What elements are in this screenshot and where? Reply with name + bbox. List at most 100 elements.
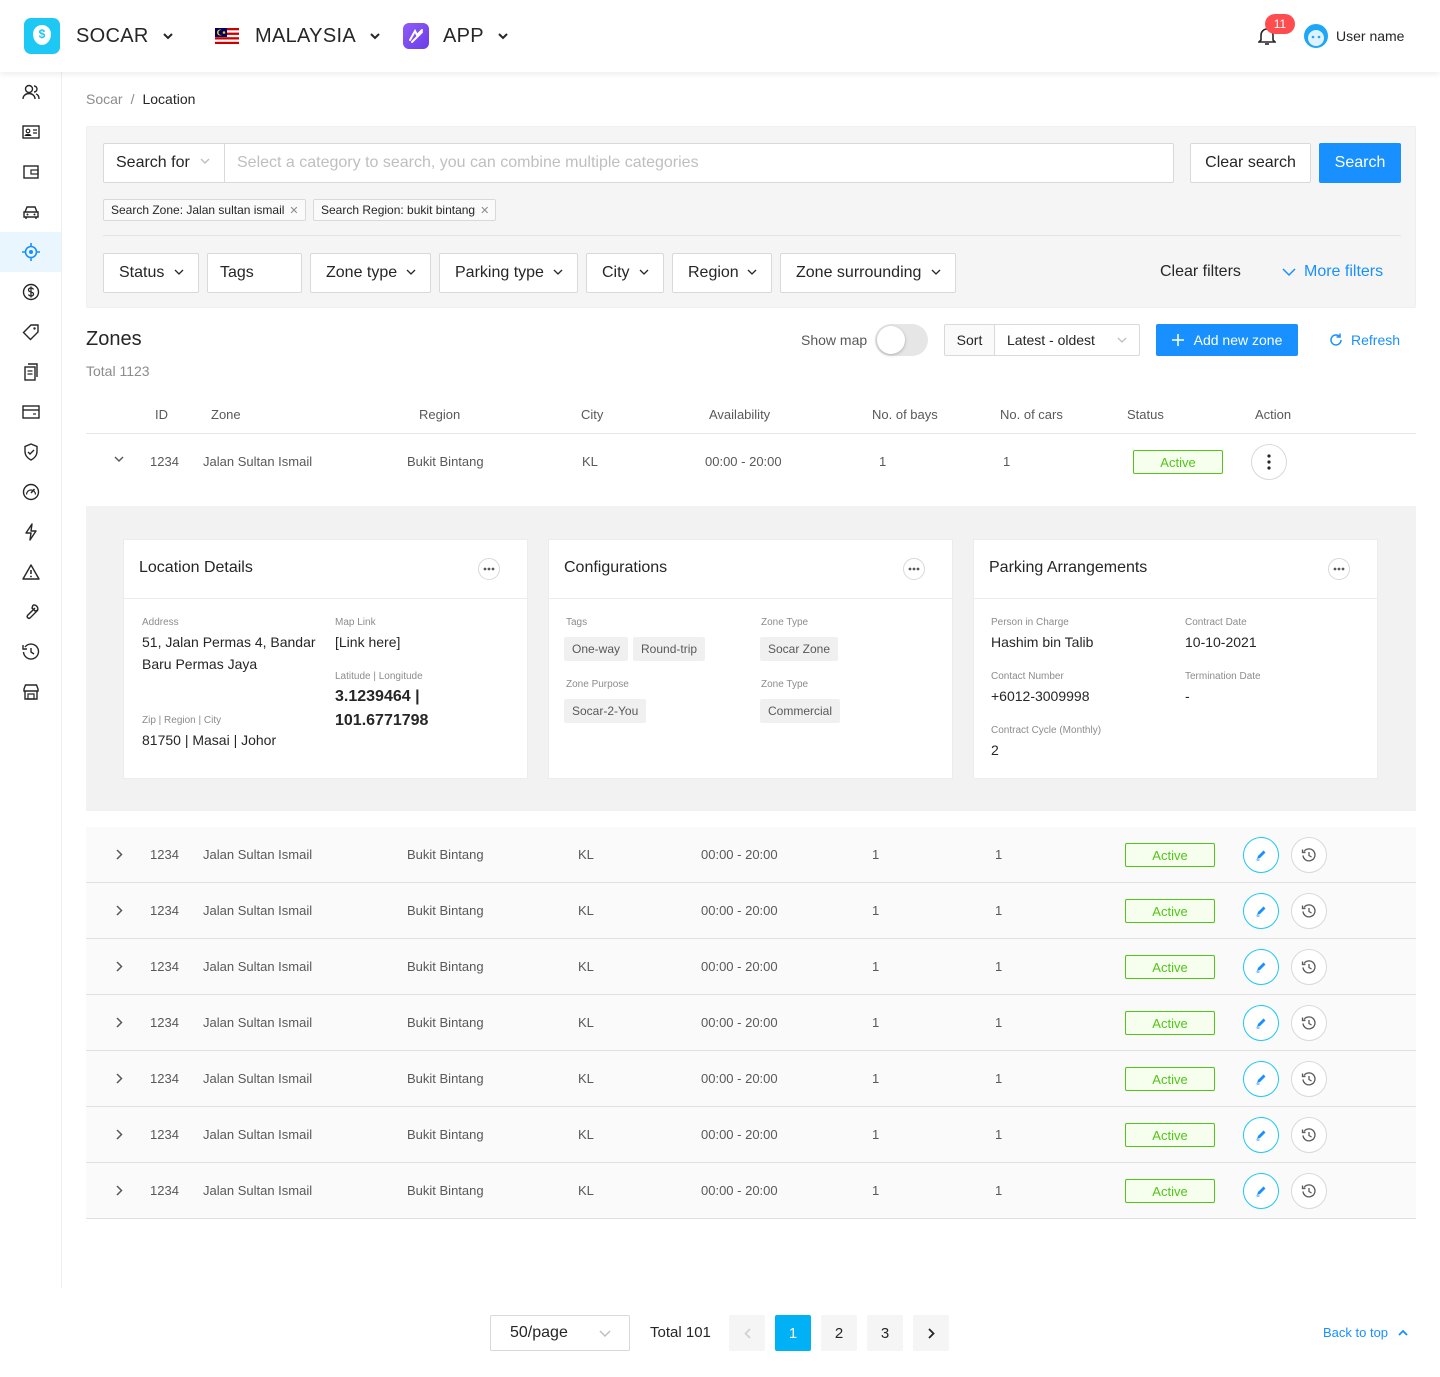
id-card-icon[interactable] bbox=[0, 112, 61, 152]
edit-button[interactable] bbox=[1243, 893, 1279, 929]
history-button[interactable] bbox=[1291, 1173, 1327, 1209]
ellipsis-icon[interactable] bbox=[478, 558, 500, 580]
page-size-select[interactable]: 50/page bbox=[490, 1315, 630, 1351]
search-chip[interactable]: Search Zone: Jalan sultan ismail ✕ bbox=[103, 199, 306, 221]
chevron-right-icon[interactable] bbox=[116, 961, 123, 972]
prev-page-button[interactable] bbox=[729, 1315, 765, 1351]
more-actions-button[interactable] bbox=[1251, 444, 1287, 480]
chevron-right-icon[interactable] bbox=[116, 1017, 123, 1028]
cell-city: KL bbox=[578, 1127, 594, 1142]
table-row[interactable]: 1234 Jalan Sultan Ismail Bukit Bintang K… bbox=[86, 434, 1416, 490]
history-button[interactable] bbox=[1291, 1117, 1327, 1153]
table-row[interactable]: 1234 Jalan Sultan Ismail Bukit Bintang K… bbox=[86, 1107, 1416, 1163]
history-button[interactable] bbox=[1291, 1005, 1327, 1041]
clear-search-button[interactable]: Clear search bbox=[1190, 143, 1311, 183]
map-link[interactable]: [Link here] bbox=[335, 631, 400, 653]
page-button-3[interactable]: 3 bbox=[867, 1315, 903, 1351]
page-button-1[interactable]: 1 bbox=[775, 1315, 811, 1351]
lightning-icon[interactable] bbox=[0, 512, 61, 552]
table-row[interactable]: 1234 Jalan Sultan Ismail Bukit Bintang K… bbox=[86, 1163, 1416, 1219]
page-button-2[interactable]: 2 bbox=[821, 1315, 857, 1351]
tag-icon[interactable] bbox=[0, 312, 61, 352]
chevron-right-icon[interactable] bbox=[116, 1185, 123, 1196]
table-row[interactable]: 1234 Jalan Sultan Ismail Bukit Bintang K… bbox=[86, 995, 1416, 1051]
chevron-right-icon[interactable] bbox=[116, 849, 123, 860]
edit-button[interactable] bbox=[1243, 1005, 1279, 1041]
chevron-down-icon[interactable] bbox=[114, 456, 124, 463]
speedometer-icon[interactable] bbox=[0, 472, 61, 512]
avatar[interactable] bbox=[1304, 24, 1328, 48]
filter-parking-type[interactable]: Parking type bbox=[439, 253, 578, 293]
chevron-right-icon[interactable] bbox=[116, 1073, 123, 1084]
next-page-button[interactable] bbox=[913, 1315, 949, 1351]
history-button[interactable] bbox=[1291, 949, 1327, 985]
wrench-icon[interactable] bbox=[0, 592, 61, 632]
history-button[interactable] bbox=[1291, 837, 1327, 873]
card-title: Configurations bbox=[564, 559, 668, 576]
edit-button[interactable] bbox=[1243, 949, 1279, 985]
dollar-icon[interactable] bbox=[0, 272, 61, 312]
edit-button[interactable] bbox=[1243, 1117, 1279, 1153]
store-icon[interactable] bbox=[0, 672, 61, 712]
filter-region[interactable]: Region bbox=[672, 253, 772, 293]
search-button[interactable]: Search bbox=[1319, 143, 1401, 183]
chevron-right-icon[interactable] bbox=[116, 1129, 123, 1140]
ellipsis-icon[interactable] bbox=[903, 558, 925, 580]
breadcrumb-root[interactable]: Socar bbox=[86, 91, 123, 107]
user-name[interactable]: User name bbox=[1336, 28, 1404, 44]
search-for-select[interactable]: Search for bbox=[103, 143, 225, 183]
users-icon[interactable] bbox=[0, 72, 61, 112]
add-new-zone-button[interactable]: Add new zone bbox=[1156, 324, 1298, 356]
edit-button[interactable] bbox=[1243, 1061, 1279, 1097]
refresh-button[interactable]: Refresh bbox=[1329, 332, 1400, 348]
search-chip[interactable]: Search Region: bukit bintang ✕ bbox=[313, 199, 497, 221]
card-icon[interactable] bbox=[0, 392, 61, 432]
ellipsis-icon[interactable] bbox=[1328, 558, 1350, 580]
wallet-icon[interactable] bbox=[0, 152, 61, 192]
sort-select[interactable]: Latest - oldest bbox=[994, 324, 1140, 356]
zones-total: Total 1123 bbox=[86, 363, 150, 379]
pencil-icon bbox=[1256, 1018, 1266, 1029]
socar-logo-icon[interactable]: $ bbox=[24, 18, 60, 54]
brand-selector[interactable]: SOCAR bbox=[76, 22, 173, 50]
history-button[interactable] bbox=[1291, 893, 1327, 929]
cell-id: 1234 bbox=[150, 847, 179, 862]
filter-status[interactable]: Status bbox=[103, 253, 199, 293]
search-input[interactable] bbox=[224, 143, 1174, 183]
filter-city[interactable]: City bbox=[586, 253, 664, 293]
clock-icon[interactable] bbox=[0, 632, 61, 672]
cell-region: Bukit Bintang bbox=[407, 903, 484, 918]
clear-filters-button[interactable]: Clear filters bbox=[1160, 263, 1241, 281]
car-icon[interactable] bbox=[0, 192, 61, 232]
country-selector[interactable]: MALAYSIA bbox=[215, 22, 380, 50]
cell-zone: Jalan Sultan Ismail bbox=[203, 903, 313, 918]
table-row[interactable]: 1234 Jalan Sultan Ismail Bukit Bintang K… bbox=[86, 883, 1416, 939]
filter-zone-surrounding[interactable]: Zone surrounding bbox=[780, 253, 956, 293]
table-row[interactable]: 1234 Jalan Sultan Ismail Bukit Bintang K… bbox=[86, 1051, 1416, 1107]
status-badge: Active bbox=[1125, 1123, 1215, 1147]
pagination-total: Total 101 bbox=[650, 1324, 711, 1341]
history-button[interactable] bbox=[1291, 1061, 1327, 1097]
table-row[interactable]: 1234 Jalan Sultan Ismail Bukit Bintang K… bbox=[86, 939, 1416, 995]
edit-button[interactable] bbox=[1243, 1173, 1279, 1209]
edit-button[interactable] bbox=[1243, 837, 1279, 873]
app-selector[interactable]: APP bbox=[403, 22, 508, 50]
shield-icon[interactable] bbox=[0, 432, 61, 472]
show-map-toggle[interactable] bbox=[875, 324, 928, 356]
cell-availability: 00:00 - 20:00 bbox=[705, 454, 782, 469]
chevron-right-icon[interactable] bbox=[116, 905, 123, 916]
close-icon[interactable]: ✕ bbox=[480, 204, 489, 217]
app-icon bbox=[403, 23, 429, 49]
documents-icon[interactable] bbox=[0, 352, 61, 392]
filter-tags[interactable]: Tags bbox=[207, 253, 302, 293]
warning-icon[interactable] bbox=[0, 552, 61, 592]
more-filters-button[interactable]: More filters bbox=[1282, 263, 1383, 281]
cell-bays: 1 bbox=[872, 1071, 880, 1086]
person-in-charge-value: Hashim bin Talib bbox=[991, 634, 1094, 650]
location-target-icon[interactable] bbox=[0, 232, 61, 272]
table-row[interactable]: 1234 Jalan Sultan Ismail Bukit Bintang K… bbox=[86, 827, 1416, 883]
filter-zone-type[interactable]: Zone type bbox=[310, 253, 431, 293]
close-icon[interactable]: ✕ bbox=[289, 204, 298, 217]
history-icon bbox=[1301, 1184, 1316, 1198]
back-to-top-link[interactable]: Back to top bbox=[1323, 1325, 1408, 1340]
